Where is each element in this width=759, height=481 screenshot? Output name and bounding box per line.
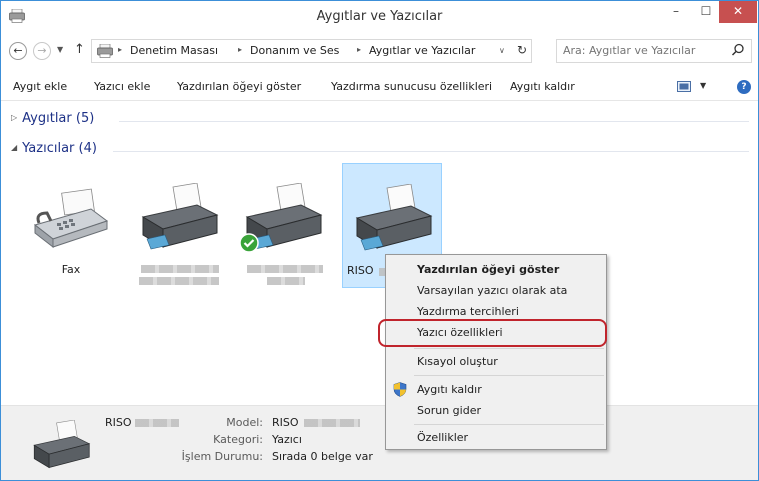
address-bar: ← → ▼ ↑ ▸ Denetim Masası ▸ Donanım ve Se…: [1, 39, 758, 65]
printer-label: Fax: [61, 263, 81, 276]
group-printers[interactable]: ◢ Yazıcılar (4): [11, 141, 97, 156]
menu-separator: [414, 424, 604, 425]
fax-icon: [33, 188, 109, 249]
forward-button[interactable]: →: [33, 42, 51, 60]
details-category-key: Kategori:: [213, 433, 263, 446]
collapse-arrow-icon[interactable]: ◢: [11, 143, 17, 152]
menu-item-remove-device[interactable]: Aygıtı kaldır: [386, 379, 606, 400]
title-bar: Aygıtlar ve Yazıcılar – ☐ ✕: [1, 1, 758, 33]
see-printing-button[interactable]: Yazdırılan öğeyi göster: [177, 80, 301, 93]
change-view-icon[interactable]: [677, 81, 691, 92]
remove-device-button[interactable]: Aygıtı kaldır: [510, 80, 575, 93]
menu-item-create-shortcut[interactable]: Kısayol oluştur: [386, 351, 606, 372]
printer-icon: [355, 184, 433, 251]
minimize-button[interactable]: –: [661, 1, 691, 23]
printer-icon: [141, 183, 219, 250]
address-dropdown-button[interactable]: ∨: [499, 46, 505, 55]
refresh-button[interactable]: ↻: [517, 43, 527, 57]
group-devices-label: Aygıtlar (5): [22, 111, 95, 126]
details-pane: RISO Model: RISO Kategori: Yazıcı İşlem …: [1, 405, 758, 480]
menu-item-label: Aygıtı kaldır: [417, 383, 482, 396]
details-device-name: RISO: [105, 416, 132, 429]
redacted-label: [141, 265, 219, 273]
command-bar: Aygıt ekle Yazıcı ekle Yazdırılan öğeyi …: [1, 73, 758, 101]
breadcrumb-devices-printers[interactable]: Aygıtlar ve Yazıcılar: [369, 44, 475, 57]
group-divider: [113, 151, 749, 152]
context-menu: Yazdırılan öğeyi göster Varsayılan yazıc…: [385, 254, 607, 450]
details-model-key: Model:: [226, 416, 263, 429]
chevron-right-icon[interactable]: ▸: [357, 45, 361, 54]
printer-label: RISO: [347, 264, 374, 277]
search-input[interactable]: [563, 44, 723, 57]
up-button[interactable]: ↑: [74, 42, 85, 57]
highlight-ring: [378, 319, 607, 347]
printer-icon: [33, 420, 91, 469]
details-model-value: RISO: [272, 416, 299, 429]
close-button[interactable]: ✕: [719, 1, 757, 23]
window: Aygıtlar ve Yazıcılar – ☐ ✕ ← → ▼ ↑ ▸ De…: [0, 0, 759, 481]
group-devices[interactable]: ▷ Aygıtlar (5): [11, 111, 94, 126]
expand-arrow-icon[interactable]: ▷: [11, 113, 17, 122]
breadcrumb-hardware-sound[interactable]: Donanım ve Ses: [250, 44, 339, 57]
help-button[interactable]: ?: [737, 80, 751, 94]
default-checkmark-icon: [239, 233, 259, 253]
printer-item-fax[interactable]: Fax: [21, 163, 121, 288]
redacted-label: [304, 419, 360, 427]
control-panel-icon: [97, 44, 113, 58]
redacted-label: [267, 277, 305, 285]
menu-item-troubleshoot[interactable]: Sorun gider: [386, 400, 606, 421]
chevron-right-icon[interactable]: ▸: [238, 45, 242, 54]
details-category-value: Yazıcı: [272, 433, 302, 446]
search-box[interactable]: [556, 39, 752, 63]
search-icon[interactable]: [731, 43, 745, 57]
printer-item-2[interactable]: [129, 163, 229, 288]
view-options-dropdown[interactable]: ▼: [700, 81, 706, 90]
redacted-label: [247, 265, 323, 273]
menu-separator: [414, 348, 604, 349]
menu-item-see-printing[interactable]: Yazdırılan öğeyi göster: [386, 259, 606, 280]
breadcrumb[interactable]: ▸ Denetim Masası ▸ Donanım ve Ses ▸ Aygı…: [91, 39, 532, 63]
print-server-properties-button[interactable]: Yazdırma sunucusu özellikleri: [331, 80, 492, 93]
back-button[interactable]: ←: [9, 42, 27, 60]
menu-item-set-default[interactable]: Varsayılan yazıcı olarak ata: [386, 280, 606, 301]
group-divider: [119, 121, 749, 122]
details-status-key: İşlem Durumu:: [181, 450, 263, 463]
uac-shield-icon: [393, 382, 407, 397]
breadcrumb-control-panel[interactable]: Denetim Masası: [130, 44, 218, 57]
printer-item-default[interactable]: [233, 163, 333, 288]
menu-separator: [414, 375, 604, 376]
maximize-button[interactable]: ☐: [691, 1, 721, 23]
add-printer-button[interactable]: Yazıcı ekle: [94, 80, 150, 93]
redacted-label: [139, 277, 219, 285]
group-printers-label: Yazıcılar (4): [22, 141, 97, 156]
menu-item-properties[interactable]: Özellikler: [386, 427, 606, 448]
recent-locations-button[interactable]: ▼: [57, 45, 63, 54]
window-title: Aygıtlar ve Yazıcılar: [316, 9, 443, 24]
redacted-label: [135, 419, 179, 427]
details-status-value: Sırada 0 belge var: [272, 450, 373, 463]
add-device-button[interactable]: Aygıt ekle: [13, 80, 67, 93]
chevron-right-icon[interactable]: ▸: [118, 45, 122, 54]
